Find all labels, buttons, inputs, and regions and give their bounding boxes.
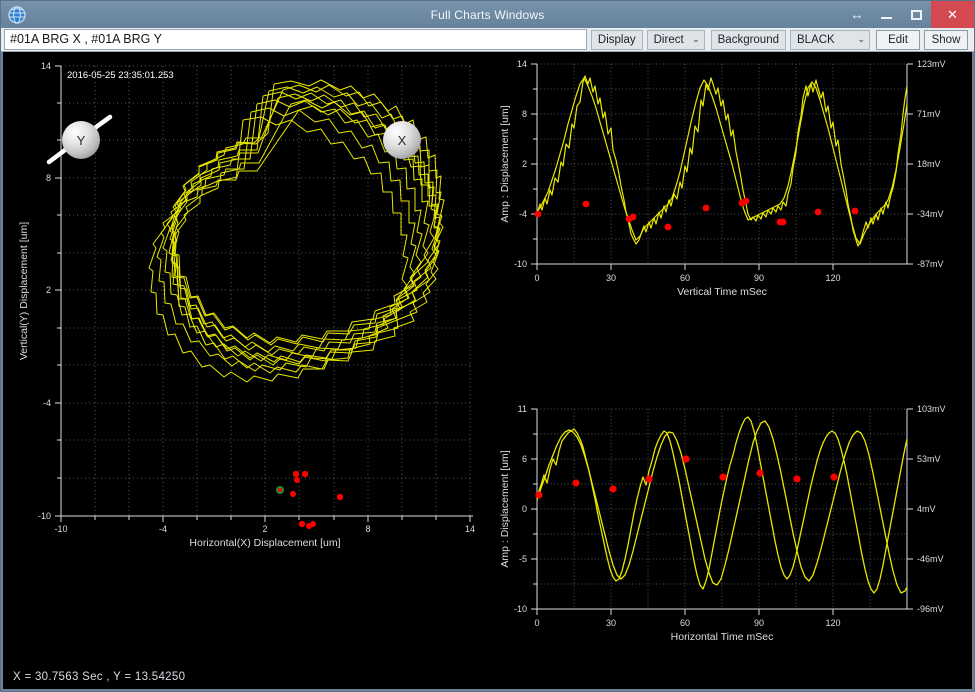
channel-input[interactable]: #01A BRG X , #01A BRG Y <box>4 29 587 50</box>
horiz-mv-1: 53mV <box>917 454 941 464</box>
vert-ytick-2: 2 <box>522 159 527 169</box>
horiz-mv-3: -46mV <box>917 554 944 564</box>
horizontal-right-ticks: 103mV 53mV 4mV -46mV -96mV <box>917 404 946 614</box>
orbit-xtick-3: 8 <box>365 524 370 534</box>
vertical-timebase-svg: 14 8 2 -4 -10 123mV 71mV 18mV -34mV -87m… <box>495 54 972 399</box>
orbit-xtick-0: -10 <box>54 524 67 534</box>
horiz-xtick-1: 30 <box>606 618 616 628</box>
orbit-x-ticks: -10 -4 2 8 14 <box>54 524 475 534</box>
show-button[interactable]: Show <box>924 30 968 50</box>
horiz-ytick-4: -10 <box>514 604 527 614</box>
chevron-down-icon: ⌄ <box>692 34 700 45</box>
minimize-icon <box>881 17 892 19</box>
orbit-x-axis-title: Horizontal(X) Displacement [um] <box>189 537 340 549</box>
horizontal-x-ticks: 0 30 60 90 120 <box>534 618 840 628</box>
orbit-svg: 14 8 2 -4 -10 -10 -4 2 8 14 Horizontal(X… <box>11 54 493 654</box>
orbit-xtick-2: 2 <box>262 524 267 534</box>
maximize-button[interactable] <box>901 1 931 28</box>
toolbar: #01A BRG X , #01A BRG Y Display Direct ⌄… <box>1 28 974 52</box>
horiz-ytick-1: 6 <box>522 454 527 464</box>
vert-mv-2: 18mV <box>917 159 941 169</box>
vert-mv-4: -87mV <box>917 259 944 269</box>
horiz-ytick-2: 0 <box>522 504 527 514</box>
x-probe-marker[interactable]: X <box>383 121 421 159</box>
background-selected-value: BLACK <box>797 34 849 46</box>
vert-ytick-1: 8 <box>522 109 527 119</box>
vert-xtick-3: 90 <box>754 273 764 283</box>
horiz-ytick-0: 11 <box>518 404 527 414</box>
horiz-mv-0: 103mV <box>917 404 946 414</box>
orbit-timestamp: 2016-05-25 23:35:01.253 <box>67 70 174 81</box>
horiz-xtick-2: 60 <box>680 618 690 628</box>
horiz-xtick-4: 120 <box>825 618 840 628</box>
display-label: Display <box>591 30 643 50</box>
vertical-x-axis-title: Vertical Time mSec <box>677 286 767 298</box>
y-probe-ball-label: Y <box>77 133 86 148</box>
vert-xtick-0: 0 <box>534 273 539 283</box>
globe-icon <box>6 4 28 26</box>
vert-ytick-4: -10 <box>514 259 527 269</box>
background-label: Background <box>711 30 786 50</box>
horizontal-y-axis-title: Amp : Displacement [um] <box>499 450 511 567</box>
background-select[interactable]: BLACK ⌄ <box>790 30 870 50</box>
title-bar: Full Charts Windows ↔ ✕ <box>1 1 974 28</box>
app-window: Full Charts Windows ↔ ✕ #01A BRG X , #01… <box>0 0 975 692</box>
resize-icon[interactable]: ↔ <box>843 1 871 28</box>
chevron-down-icon: ⌄ <box>857 34 865 45</box>
vert-ytick-3: -4 <box>519 209 527 219</box>
edit-button[interactable]: Edit <box>876 30 920 50</box>
x-probe-ball-label: X <box>398 133 407 148</box>
vert-xtick-1: 30 <box>606 273 616 283</box>
orbit-y-ticks: 14 8 2 -4 -10 <box>38 61 51 521</box>
vertical-right-ticks: 123mV 71mV 18mV -34mV -87mV <box>917 59 946 269</box>
orbit-ytick-4: -10 <box>38 511 51 521</box>
vert-ytick-0: 14 <box>517 59 527 69</box>
vert-mv-3: -34mV <box>917 209 944 219</box>
minimize-button[interactable] <box>871 1 901 28</box>
vertical-y-ticks: 14 8 2 -4 -10 <box>514 59 527 269</box>
orbit-xtick-4: 14 <box>465 524 475 534</box>
vertical-y-axis-title: Amp : Displacement [um] <box>499 105 511 222</box>
vertical-timebase-chart[interactable]: 14 8 2 -4 -10 123mV 71mV 18mV -34mV -87m… <box>495 54 972 399</box>
window-title: Full Charts Windows <box>1 8 974 22</box>
horiz-mv-4: -96mV <box>917 604 944 614</box>
orbit-ytick-2: 2 <box>46 285 51 295</box>
horiz-xtick-0: 0 <box>534 618 539 628</box>
vertical-x-ticks: 0 30 60 90 120 <box>534 273 840 283</box>
orbit-ytick-0: 14 <box>41 61 51 71</box>
maximize-icon <box>911 10 922 20</box>
vert-mv-1: 71mV <box>917 109 941 119</box>
charts-area: 14 8 2 -4 -10 -10 -4 2 8 14 Horizontal(X… <box>3 52 972 665</box>
vert-xtick-2: 60 <box>680 273 690 283</box>
status-bar: X = 30.7563 Sec , Y = 13.54250 <box>3 665 972 689</box>
orbit-xtick-1: -4 <box>159 524 167 534</box>
display-selected-value: Direct <box>654 34 684 46</box>
close-button[interactable]: ✕ <box>931 1 974 28</box>
orbit-ytick-3: -4 <box>43 398 51 408</box>
orbit-y-axis-title: Vertical(Y) Displacement [um] <box>18 222 30 360</box>
vert-xtick-4: 120 <box>825 273 840 283</box>
horizontal-y-ticks: 11 6 0 -5 -10 <box>514 404 527 614</box>
horiz-xtick-3: 90 <box>754 618 764 628</box>
horiz-mv-2: 4mV <box>917 504 936 514</box>
horizontal-x-axis-title: Horizontal Time mSec <box>671 631 774 643</box>
orbit-chart[interactable]: 14 8 2 -4 -10 -10 -4 2 8 14 Horizontal(X… <box>11 54 493 654</box>
horiz-ytick-3: -5 <box>519 554 527 564</box>
vert-mv-0: 123mV <box>917 59 946 69</box>
horizontal-timebase-svg: 11 6 0 -5 -10 103mV 53mV 4mV -46mV -96mV… <box>495 399 972 654</box>
display-select[interactable]: Direct ⌄ <box>647 30 705 50</box>
orbit-ytick-1: 8 <box>46 173 51 183</box>
window-controls: ↔ ✕ <box>843 1 974 28</box>
horizontal-timebase-chart[interactable]: 11 6 0 -5 -10 103mV 53mV 4mV -46mV -96mV… <box>495 399 972 654</box>
